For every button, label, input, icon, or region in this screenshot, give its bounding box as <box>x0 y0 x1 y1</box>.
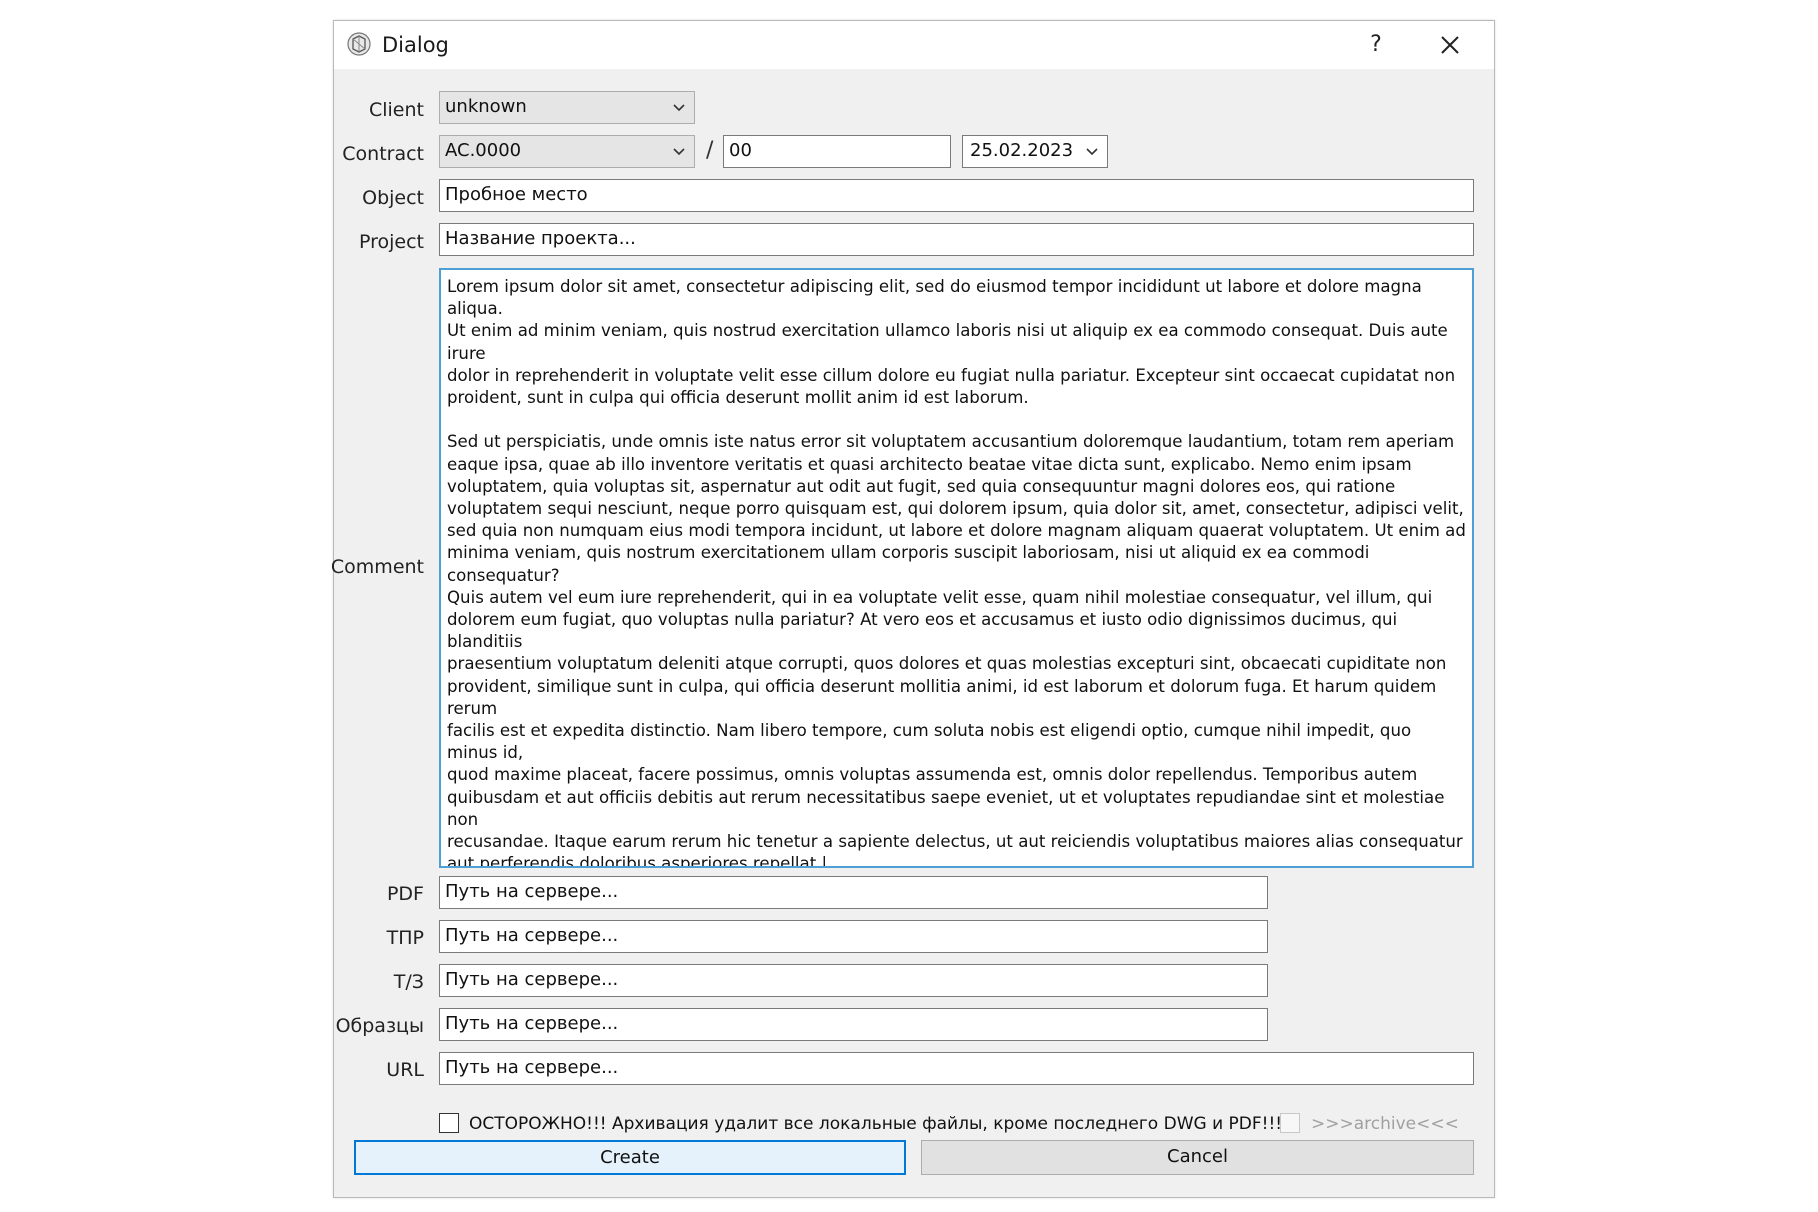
url-input[interactable]: Путь на сервере... <box>439 1052 1474 1085</box>
archive-checkbox[interactable] <box>1280 1113 1300 1133</box>
create-button[interactable]: Create <box>354 1140 906 1175</box>
contract-separator: / <box>706 138 714 163</box>
contract-date-picker[interactable]: 25.02.2023 <box>962 135 1108 168</box>
close-icon[interactable] <box>1430 27 1470 63</box>
tpr-label: ТПР <box>386 927 424 949</box>
contract-number-input[interactable]: 00 <box>723 135 951 168</box>
tz-path-input[interactable]: Путь на сервере... <box>439 964 1268 997</box>
comment-textarea[interactable]: Lorem ipsum dolor sit amet, consectetur … <box>439 268 1474 868</box>
title-bar: Dialog ? <box>334 21 1494 69</box>
contract-value: AC.0000 <box>445 140 522 161</box>
chevron-down-icon <box>1086 148 1098 156</box>
chevron-down-icon <box>673 104 685 112</box>
client-combobox[interactable]: unknown <box>439 91 695 124</box>
archive-warning-label: ОСТОРОЖНО!!! Архивация удалит все локаль… <box>469 1114 1283 1134</box>
tpr-path-input[interactable]: Путь на сервере... <box>439 920 1268 953</box>
object-input[interactable]: Пробное место <box>439 179 1474 212</box>
window-title: Dialog <box>382 33 449 57</box>
contract-label: Contract <box>342 143 424 165</box>
contract-date-value: 25.02.2023 <box>970 140 1074 161</box>
contract-combobox[interactable]: AC.0000 <box>439 135 695 168</box>
pdf-label: PDF <box>386 883 424 905</box>
comment-label: Comment <box>330 556 424 578</box>
help-button[interactable]: ? <box>1360 29 1392 61</box>
samples-path-input[interactable]: Путь на сервере... <box>439 1008 1268 1041</box>
pdf-path-input[interactable]: Путь на сервере... <box>439 876 1268 909</box>
tz-label: Т/З <box>393 971 424 993</box>
project-label: Project <box>358 231 424 253</box>
cancel-button[interactable]: Cancel <box>921 1140 1474 1175</box>
archive-warning-checkbox[interactable] <box>439 1113 459 1133</box>
url-label: URL <box>386 1059 424 1081</box>
samples-label: Образцы <box>335 1015 424 1037</box>
object-label: Object <box>362 187 424 209</box>
dialog-window: Dialog ? Client unknown Contract AC.0000… <box>330 20 1495 1198</box>
client-label: Client <box>368 99 424 121</box>
client-value: unknown <box>445 96 527 117</box>
chevron-down-icon <box>673 148 685 156</box>
project-input[interactable]: Название проекта... <box>439 223 1474 256</box>
archive-label: >>>archive<<< <box>1311 1114 1459 1134</box>
app-icon <box>347 32 371 56</box>
